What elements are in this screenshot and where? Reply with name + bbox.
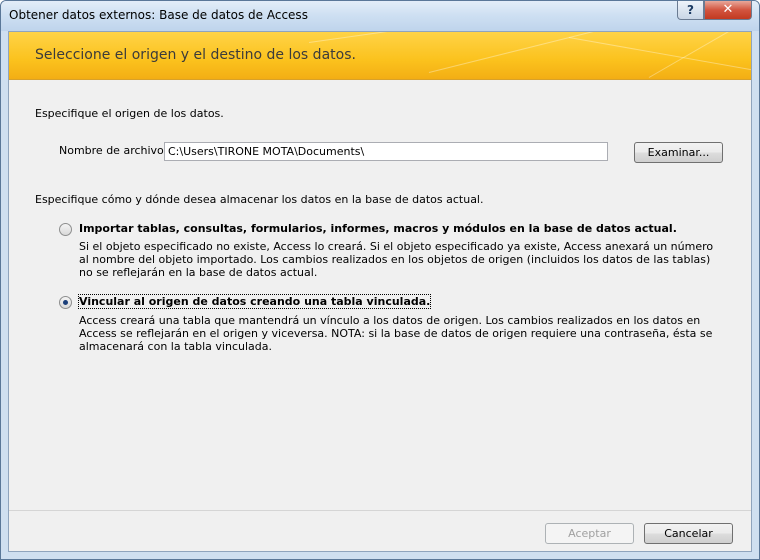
link-radio[interactable] <box>59 296 72 309</box>
window-title: Obtener datos externos: Base de datos de… <box>9 8 308 22</box>
browse-button[interactable]: Examinar... <box>634 142 723 163</box>
help-button[interactable]: ? <box>677 1 704 20</box>
header-banner: Seleccione el origen y el destino de los… <box>9 32 751 79</box>
storage-heading: Especifique cómo y dónde desea almacenar… <box>35 193 484 206</box>
import-option-description: Si el objeto especificado no existe, Acc… <box>79 240 714 279</box>
radio-selected-dot <box>63 300 68 305</box>
link-option-description: Access creará una tabla que mantendrá un… <box>79 314 713 353</box>
file-name-input[interactable]: C:\Users\TIRONE MOTA\Documents\ <box>164 142 608 161</box>
ok-button[interactable]: Aceptar <box>545 523 634 544</box>
file-name-value: C:\Users\TIRONE MOTA\Documents\ <box>168 145 365 158</box>
file-name-label: Nombre de archivo: <box>59 144 168 157</box>
footer-divider <box>9 510 751 511</box>
link-option-label[interactable]: Vincular al origen de datos creando una … <box>77 294 432 309</box>
banner-divider <box>9 79 751 80</box>
dialog-window: Obtener datos externos: Base de datos de… <box>0 0 760 560</box>
source-heading: Especifique el origen de los datos. <box>35 107 224 120</box>
banner-title: Seleccione el origen y el destino de los… <box>35 47 356 63</box>
title-bar[interactable]: Obtener datos externos: Base de datos de… <box>1 1 759 31</box>
import-radio[interactable] <box>59 223 72 236</box>
import-option-label[interactable]: Importar tablas, consultas, formularios,… <box>79 222 677 235</box>
close-button[interactable]: ✕ <box>704 1 752 20</box>
cancel-button[interactable]: Cancelar <box>644 523 733 544</box>
dialog-body: Seleccione el origen y el destino de los… <box>8 31 752 552</box>
